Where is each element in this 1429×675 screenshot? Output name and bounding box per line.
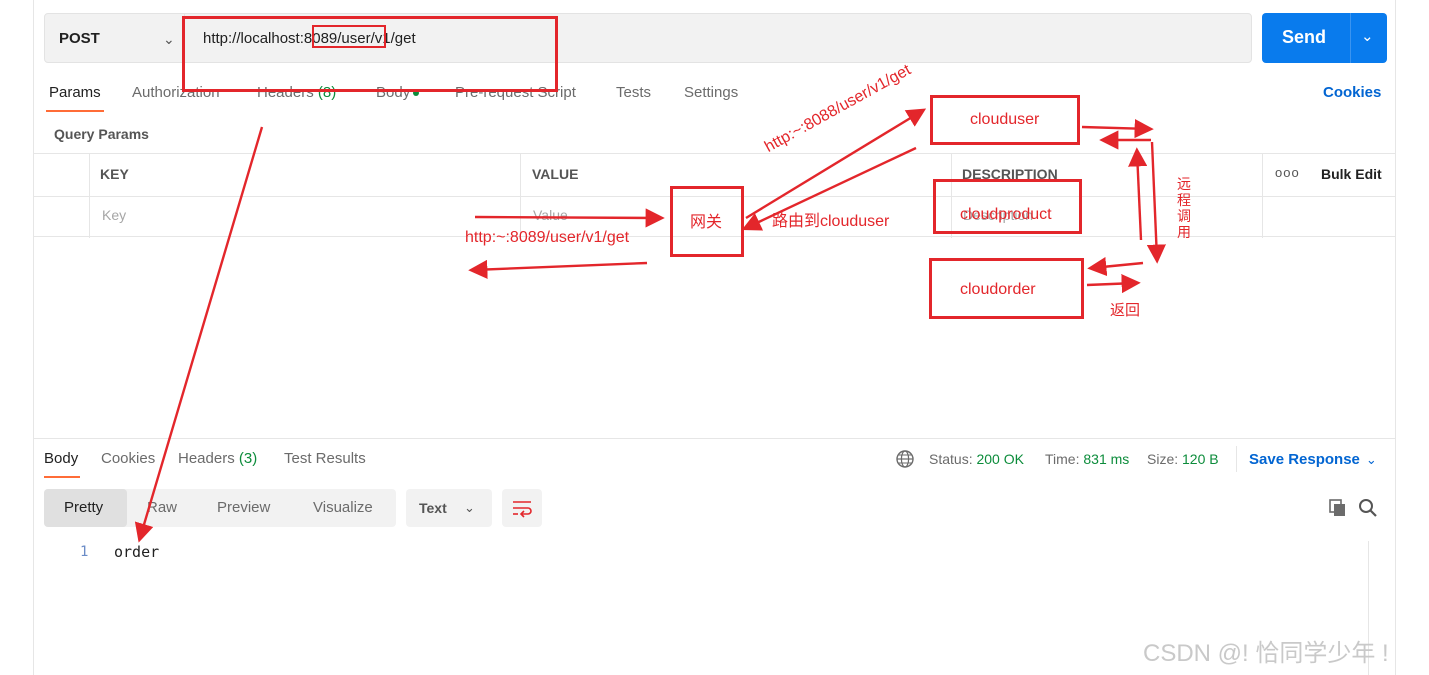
tab-params[interactable]: Params: [49, 84, 101, 101]
status-divider: [1236, 446, 1237, 472]
active-tab-underline: [46, 110, 104, 112]
copy-icon[interactable]: [1327, 497, 1349, 519]
view-mode-preview[interactable]: Preview: [217, 499, 270, 516]
tab-settings[interactable]: Settings: [684, 84, 738, 101]
time-readout: Time: 831 ms: [1045, 451, 1130, 467]
bulk-edit-button[interactable]: Bulk Edit: [1321, 166, 1382, 182]
view-mode-visualize[interactable]: Visualize: [313, 499, 373, 516]
annotation-cloudproduct-label: cloudproduct: [960, 206, 1052, 223]
line-number: 1: [80, 544, 89, 560]
annotation-user-url: http:~:8088/user/v1/get: [762, 61, 914, 156]
annotation-rpc-label: 远程调用: [1177, 176, 1191, 240]
response-divider: [34, 438, 1396, 439]
annotation-clouduser-label: clouduser: [970, 111, 1040, 128]
save-response-button[interactable]: Save Response ⌄: [1249, 451, 1377, 468]
response-tab-headers[interactable]: Headers (3): [178, 450, 257, 467]
response-tab-body[interactable]: Body: [44, 450, 78, 467]
arrow-to-cloudorder: [1087, 257, 1144, 277]
response-body-line[interactable]: order: [114, 543, 159, 561]
method-label: POST: [59, 30, 100, 47]
arrow-clouduser-out: [1081, 118, 1154, 139]
query-params-title: Query Params: [54, 126, 149, 142]
status-readout: Status: 200 OK: [929, 451, 1024, 467]
arrow-cloudorder-return: [1086, 273, 1141, 294]
wrap-lines-icon: [513, 501, 532, 518]
chevron-down-icon: ⌄: [163, 31, 175, 47]
postman-window: POST ⌄ http://localhost:8089/user/v1/get…: [0, 0, 1429, 675]
send-divider: [1350, 13, 1351, 63]
left-border: [33, 0, 34, 675]
watermark: CSDN @! 恰同学少年 !: [1143, 640, 1389, 667]
send-button[interactable]: Send ⌄: [1262, 13, 1387, 63]
column-value: VALUE: [532, 166, 579, 182]
chevron-down-icon: ⌄: [464, 500, 475, 515]
annotation-gateway-label: 网关: [690, 214, 723, 231]
more-options-icon[interactable]: ooo: [1275, 165, 1300, 180]
annotation-gateway-url: http:~:8089/user/v1/get: [465, 229, 630, 246]
response-tab-test-results[interactable]: Test Results: [284, 450, 366, 467]
format-label: Text: [419, 500, 447, 516]
method-select[interactable]: POST ⌄: [45, 14, 185, 62]
annotation-route-label: 路由到clouduser: [772, 213, 890, 230]
cookies-link[interactable]: Cookies: [1323, 84, 1381, 101]
value-input[interactable]: Value: [533, 207, 568, 223]
active-response-tab-underline: [44, 476, 80, 478]
arrow-gateway-to-client: [468, 259, 648, 280]
globe-icon[interactable]: [895, 449, 915, 469]
key-input[interactable]: Key: [102, 207, 126, 223]
tab-tests[interactable]: Tests: [616, 84, 651, 101]
response-tab-cookies[interactable]: Cookies: [101, 450, 155, 467]
format-select[interactable]: Text ⌄: [406, 489, 492, 527]
chevron-down-icon[interactable]: ⌄: [1361, 27, 1374, 45]
size-readout: Size: 120 B: [1147, 451, 1219, 467]
annotation-return-label: 返回: [1110, 302, 1141, 319]
column-key: KEY: [100, 166, 129, 182]
right-border: [1395, 0, 1396, 675]
view-mode-pretty[interactable]: Pretty: [64, 499, 103, 516]
wrap-lines-button[interactable]: [502, 489, 542, 527]
annotation-port-highlight: [312, 25, 386, 48]
view-mode-raw[interactable]: Raw: [147, 499, 177, 516]
annotation-arrows: [134, 108, 1166, 543]
search-icon[interactable]: [1357, 497, 1379, 519]
send-label: Send: [1282, 27, 1327, 47]
annotation-cloudorder-label: cloudorder: [960, 281, 1036, 298]
chevron-down-icon: ⌄: [1365, 452, 1377, 467]
